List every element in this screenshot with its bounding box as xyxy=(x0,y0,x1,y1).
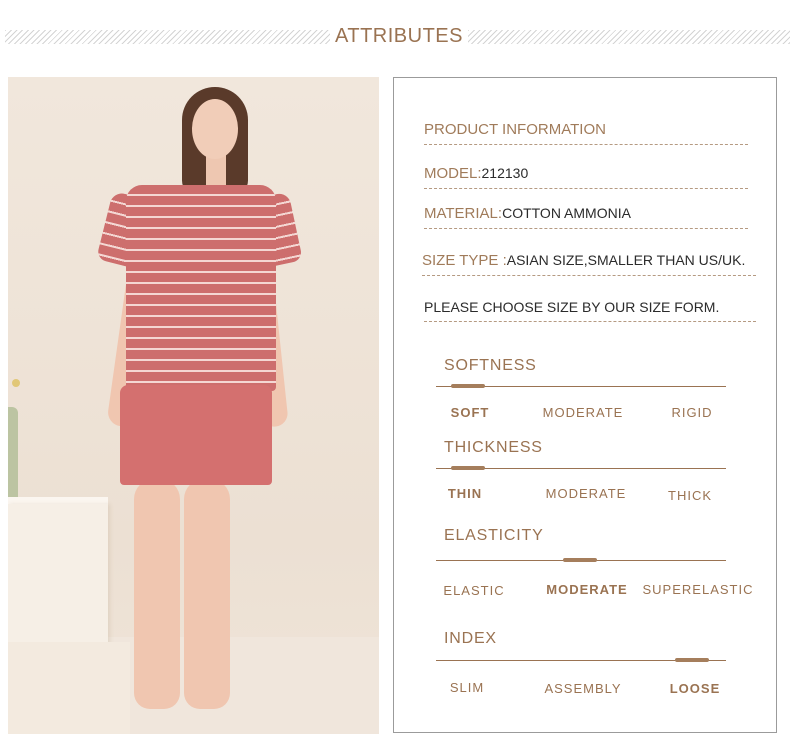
elasticity-title: ELASTICITY xyxy=(444,527,544,544)
size-type-value: ASIAN SIZE,SMALLER THAN US/UK. xyxy=(506,252,746,268)
material-value: COTTON AMMONIA xyxy=(502,205,631,221)
index-option-loose: LOOSE xyxy=(669,681,721,696)
softness-marker xyxy=(451,384,485,388)
size-type-label: SIZE TYPE : xyxy=(422,252,507,269)
index-title: INDEX xyxy=(444,630,497,647)
softness-option-rigid: RIGID xyxy=(671,405,713,420)
index-option-slim: SLIM xyxy=(449,680,485,695)
photo-vase xyxy=(8,407,18,507)
material-label: MATERIAL: xyxy=(424,205,503,222)
index-option-assembly: ASSEMBLY xyxy=(544,681,622,696)
header-hatch-left xyxy=(5,30,330,44)
striped-shirt xyxy=(126,185,276,391)
model-label: MODEL: xyxy=(424,165,482,182)
elasticity-option-elastic: ELASTIC xyxy=(443,583,505,598)
product-information-row: PRODUCT INFORMATION xyxy=(424,121,748,145)
photo-low-block xyxy=(8,642,130,734)
size-note: PLEASE CHOOSE SIZE BY OUR SIZE FORM. xyxy=(424,299,720,315)
model-value: 212130 xyxy=(481,165,529,181)
product-photo xyxy=(8,77,379,734)
thickness-option-thick: THICK xyxy=(668,488,712,503)
thickness-option-thin: THIN xyxy=(447,486,483,501)
size-type-row: SIZE TYPE :ASIAN SIZE,SMALLER THAN US/UK… xyxy=(422,252,756,276)
photo-flower xyxy=(12,379,20,387)
softness-option-soft: SOFT xyxy=(450,405,490,420)
model-neck xyxy=(206,155,226,185)
thickness-option-moderate: MODERATE xyxy=(545,486,627,501)
elasticity-marker xyxy=(563,558,597,562)
model-face xyxy=(192,99,238,159)
page-title: ATTRIBUTES xyxy=(335,25,463,47)
size-note-row: PLEASE CHOOSE SIZE BY OUR SIZE FORM. xyxy=(424,299,756,322)
product-info-panel: PRODUCT INFORMATION MODEL:212130 MATERIA… xyxy=(393,77,777,733)
thickness-title: THICKNESS xyxy=(444,439,543,456)
index-marker xyxy=(675,658,709,662)
softness-title: SOFTNESS xyxy=(444,357,537,374)
model-row: MODEL:212130 xyxy=(424,165,748,189)
header-hatch-right xyxy=(468,30,790,44)
model-leg-left xyxy=(134,479,180,709)
softness-option-moderate: MODERATE xyxy=(542,405,624,420)
pink-shorts xyxy=(120,385,272,485)
thickness-marker xyxy=(451,466,485,470)
elasticity-option-superelastic: SUPERELASTIC xyxy=(642,582,754,597)
model-leg-right xyxy=(184,479,230,709)
elasticity-option-moderate: MODERATE xyxy=(546,582,628,597)
material-row: MATERIAL:COTTON AMMONIA xyxy=(424,205,748,229)
product-information-label: PRODUCT INFORMATION xyxy=(424,121,606,138)
